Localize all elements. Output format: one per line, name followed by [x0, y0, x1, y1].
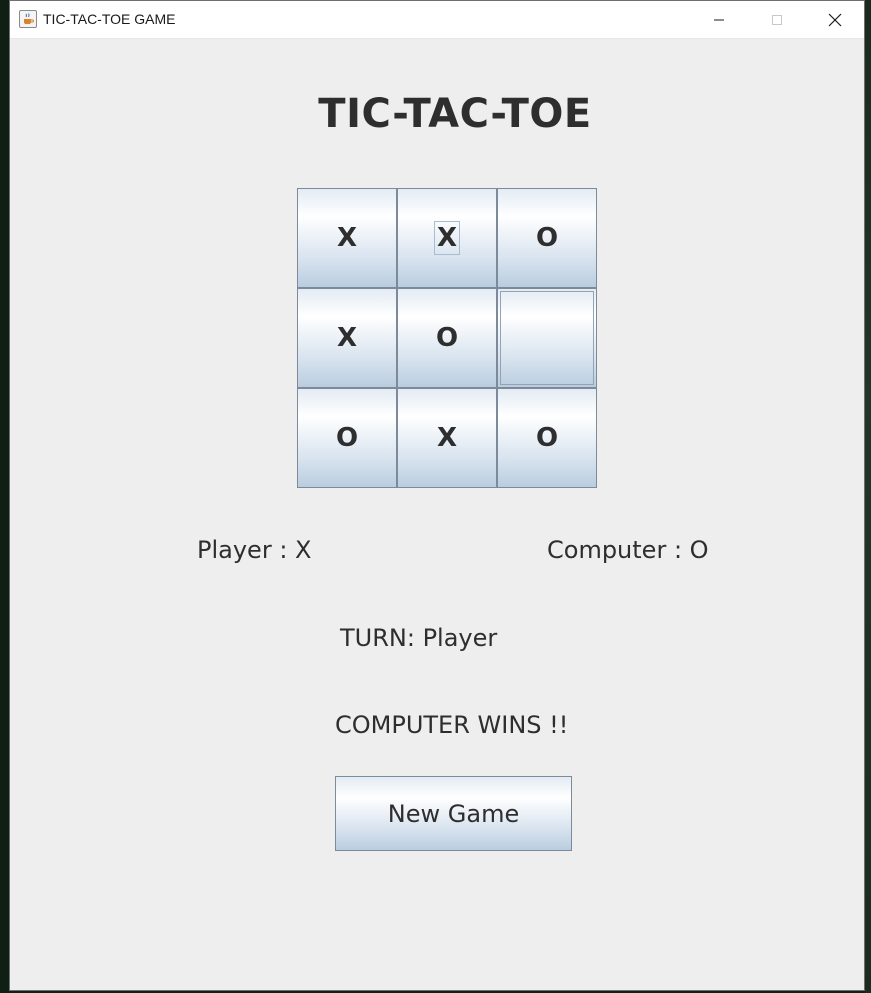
board-cell-r1c3[interactable]: O [497, 188, 597, 288]
cell-mark: X [336, 223, 358, 253]
game-board: X X O X O O X O [297, 188, 597, 488]
board-cell-r3c3[interactable]: O [497, 388, 597, 488]
cell-mark: O [535, 223, 559, 253]
cell-mark: O [535, 423, 559, 453]
java-cup-icon [19, 10, 37, 28]
maximize-icon [772, 14, 782, 25]
game-title: TIC-TAC-TOE [318, 91, 592, 137]
player-label: Player : X [197, 536, 312, 564]
board-cell-r3c1[interactable]: O [297, 388, 397, 488]
title-bar[interactable]: TIC-TAC-TOE GAME [10, 1, 864, 39]
cell-mark: O [335, 423, 359, 453]
cell-mark: O [435, 323, 459, 353]
cell-mark: X [336, 323, 358, 353]
cell-mark: X [433, 221, 461, 255]
new-game-button[interactable]: New Game [335, 776, 572, 851]
board-cell-r1c2[interactable]: X [397, 188, 497, 288]
close-icon [828, 13, 842, 26]
computer-label: Computer : O [547, 536, 709, 564]
board-cell-r2c3[interactable] [497, 288, 597, 388]
window-title: TIC-TAC-TOE GAME [43, 11, 176, 27]
board-cell-r1c1[interactable]: X [297, 188, 397, 288]
result-label: COMPUTER WINS !! [335, 711, 569, 739]
cell-mark: X [436, 423, 458, 453]
turn-label: TURN: Player [340, 624, 498, 652]
board-cell-r2c2[interactable]: O [397, 288, 497, 388]
desktop-background [865, 0, 871, 993]
app-window: TIC-TAC-TOE GAME TIC-TAC-TOE X X O X O O… [9, 0, 865, 991]
close-button[interactable] [806, 1, 864, 38]
minimize-button[interactable] [690, 1, 748, 38]
minimize-icon [714, 19, 724, 20]
board-cell-r2c1[interactable]: X [297, 288, 397, 388]
board-cell-r3c2[interactable]: X [397, 388, 497, 488]
maximize-button[interactable] [748, 1, 806, 38]
